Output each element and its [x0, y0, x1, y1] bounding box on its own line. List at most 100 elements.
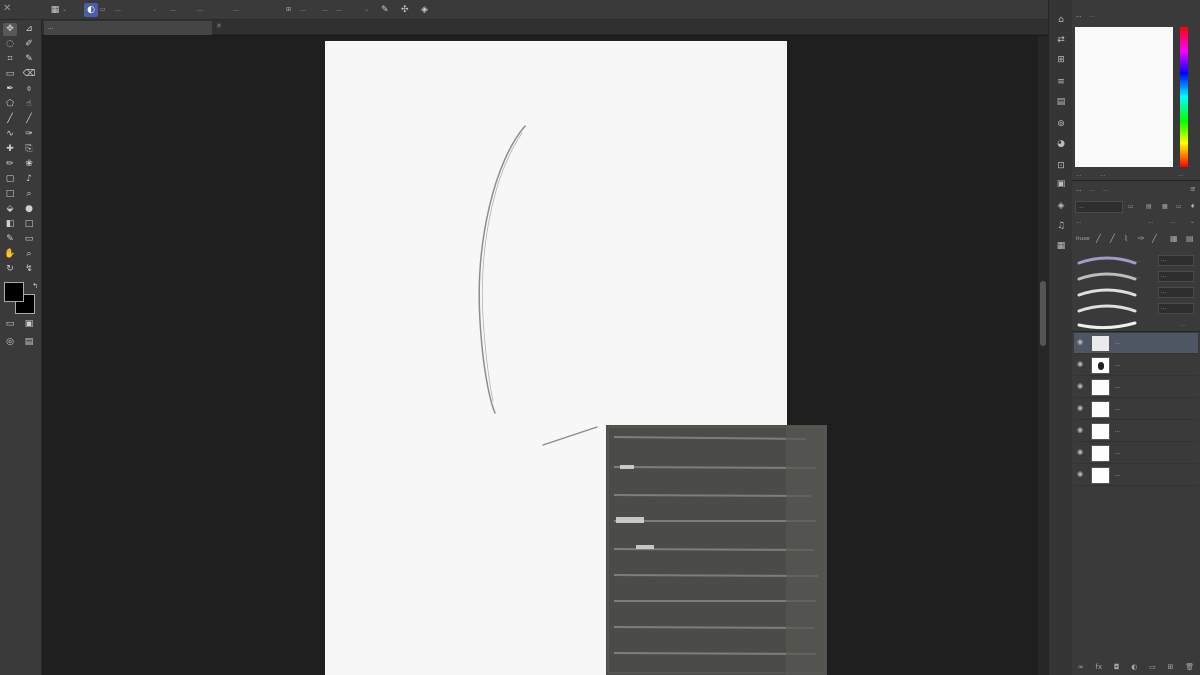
count-tool-icon[interactable]: ↯	[22, 263, 36, 276]
new-layer-icon[interactable]: ⊞	[1168, 663, 1174, 671]
zoom-tool-icon[interactable]: ⌕	[22, 188, 36, 201]
settings-icon[interactable]: ◈	[421, 4, 428, 16]
adjustments-icon[interactable]: ⇄	[1055, 34, 1067, 46]
extras-icon[interactable]: ▤	[22, 336, 36, 349]
layer-row[interactable]: ◉ …	[1074, 443, 1198, 464]
pen-tool-icon[interactable]: ✒	[3, 83, 17, 96]
history-brush-icon[interactable]: ✏	[3, 158, 17, 171]
layer-name[interactable]: …	[1115, 340, 1120, 346]
screen-mode-icon[interactable]: ▣	[22, 318, 36, 331]
actions-icon[interactable]: ♫	[1055, 220, 1067, 232]
frame-tool-icon[interactable]: ▢	[3, 173, 17, 186]
brush-mode[interactable]: …	[1158, 287, 1194, 298]
pencil-line-icon[interactable]: ╱	[22, 113, 36, 126]
navigator-icon[interactable]: ⊚	[1055, 118, 1067, 130]
tab-close-icon[interactable]: ✕	[216, 22, 222, 30]
reference-image[interactable]	[606, 425, 827, 675]
tab-brush-settings[interactable]: …	[1086, 183, 1100, 197]
layer-name[interactable]: …	[1115, 450, 1120, 456]
line-tool-icon[interactable]: ╱	[3, 113, 17, 126]
opacity-label[interactable]: …	[197, 4, 203, 16]
layer-row[interactable]: ◉ …	[1074, 377, 1198, 398]
tab-color[interactable]: …	[1072, 9, 1086, 23]
dodge-tool-icon[interactable]: ♪	[22, 173, 36, 186]
properties-icon[interactable]: ⊞	[1055, 54, 1067, 66]
mode-label[interactable]: …	[170, 4, 176, 16]
chevron-down-icon[interactable]: ⌄	[364, 4, 369, 16]
artboard-tool-icon[interactable]: ⊿	[22, 23, 36, 36]
visibility-eye-icon[interactable]: ◉	[1077, 383, 1083, 390]
character-icon[interactable]: ▤	[1055, 96, 1067, 108]
info-icon[interactable]: ◕	[1055, 138, 1067, 150]
swap-colors-icon[interactable]: ↰	[28, 280, 42, 293]
note-tool-icon[interactable]: ▭	[22, 233, 36, 246]
new-group-icon[interactable]: ▭	[1149, 663, 1156, 671]
chevron-down-icon[interactable]: ⌄	[1190, 219, 1195, 225]
panel-menu-icon[interactable]: ≡	[1190, 185, 1196, 193]
brush-preset-icon[interactable]: ◐	[84, 3, 98, 17]
healing-tool-icon[interactable]: ✚	[3, 143, 17, 156]
brush-folder-icon[interactable]: ▤	[1146, 203, 1152, 210]
chevron-down-icon[interactable]: ⌄	[62, 4, 67, 16]
brush-tip-1-icon[interactable]: ╱	[1096, 234, 1101, 243]
preset-label[interactable]: …	[336, 4, 342, 16]
sliders-icon[interactable]: ≡	[1055, 76, 1067, 88]
chevron-down-icon[interactable]: ⌄	[152, 4, 157, 16]
brush-preset-row[interactable]: … …	[1074, 269, 1198, 285]
adjustment-layer-icon[interactable]: ◐	[1131, 663, 1137, 671]
smudge-tool-icon[interactable]: ☝	[22, 98, 36, 111]
layer-name[interactable]: …	[1115, 406, 1120, 412]
swatches-icon[interactable]: ▦	[1055, 240, 1067, 252]
hand-tool-icon[interactable]: ✋	[3, 248, 17, 261]
layer-name[interactable]: …	[1115, 472, 1120, 478]
sponge-tool-icon[interactable]: ❀	[22, 158, 36, 171]
layer-row[interactable]: ◉ …	[1074, 465, 1198, 486]
brush-mode[interactable]: …	[1158, 255, 1194, 266]
pencil-tool-icon[interactable]: ✎	[22, 53, 36, 66]
rotate-view-icon[interactable]: ↻	[3, 263, 17, 276]
brush-view-icon[interactable]: ▭	[1128, 203, 1134, 210]
flow-label[interactable]: …	[233, 4, 239, 16]
foreground-color-swatch[interactable]	[4, 282, 24, 302]
vertical-scrollbar[interactable]	[1038, 36, 1048, 675]
layer-row[interactable]: ◉ …	[1074, 421, 1198, 442]
symmetry-icon[interactable]: ✣	[401, 4, 409, 16]
camera-icon[interactable]: ◎	[3, 336, 17, 349]
scrollbar-thumb[interactable]	[1040, 281, 1046, 346]
blur-tool-icon[interactable]: ✎	[3, 233, 17, 246]
brush-list-icon[interactable]: ▭	[1176, 203, 1182, 210]
channels-icon[interactable]: ◈	[1055, 200, 1067, 212]
brush-tip-7-icon[interactable]: ▤	[1186, 234, 1194, 243]
layer-name[interactable]: …	[1115, 362, 1120, 368]
lasso-tool-icon[interactable]: ◌	[3, 38, 17, 51]
brush-mode[interactable]: …	[1158, 271, 1194, 282]
paths-icon[interactable]: ▣	[1055, 178, 1067, 190]
brush-preset-mode-2[interactable]: …	[1170, 219, 1176, 225]
brush-preset-row[interactable]: … …	[1074, 253, 1198, 269]
brush-tool-icon[interactable]: ✐	[22, 38, 36, 51]
rectangle-tool-icon[interactable]: □	[3, 188, 17, 201]
brush-tip-5-icon[interactable]: ╱	[1152, 234, 1157, 243]
delete-layer-icon[interactable]: 🗑	[1185, 663, 1194, 671]
tab-swatches[interactable]: …	[1086, 9, 1100, 23]
visibility-eye-icon[interactable]: ◉	[1077, 361, 1083, 368]
brush-pin-icon[interactable]: ♦	[1190, 203, 1195, 210]
pressure-icon[interactable]: ✎	[381, 4, 389, 16]
brush-preset-mode-1[interactable]: …	[1148, 219, 1154, 225]
smoothing-value[interactable]: …	[322, 4, 328, 16]
brush-settings-icon[interactable]: ▭	[100, 4, 106, 16]
brush-grid-icon[interactable]: ▦	[1162, 203, 1168, 210]
history-icon[interactable]: ⌂	[1055, 14, 1067, 26]
eyedropper-tool-icon[interactable]: ⌽	[22, 83, 36, 96]
quick-select-tool-icon[interactable]: ⌗	[3, 53, 17, 66]
add-mask-icon[interactable]: ◘	[1114, 663, 1120, 671]
tab-brushes[interactable]: …	[1072, 183, 1086, 197]
brush-preset-row[interactable]: … …	[1074, 301, 1198, 317]
brush-preset-row[interactable]: … …	[1074, 285, 1198, 301]
brush-tip-3-icon[interactable]: ⌇	[1124, 234, 1128, 243]
curve-tool-icon[interactable]: ∿	[3, 128, 17, 141]
polygon-lasso-tool-icon[interactable]: ⬠	[3, 98, 17, 111]
brush-tip-6-icon[interactable]: ▦	[1170, 234, 1178, 243]
visibility-eye-icon[interactable]: ◉	[1077, 427, 1083, 434]
ellipse-tool-icon[interactable]: ●	[22, 203, 36, 216]
